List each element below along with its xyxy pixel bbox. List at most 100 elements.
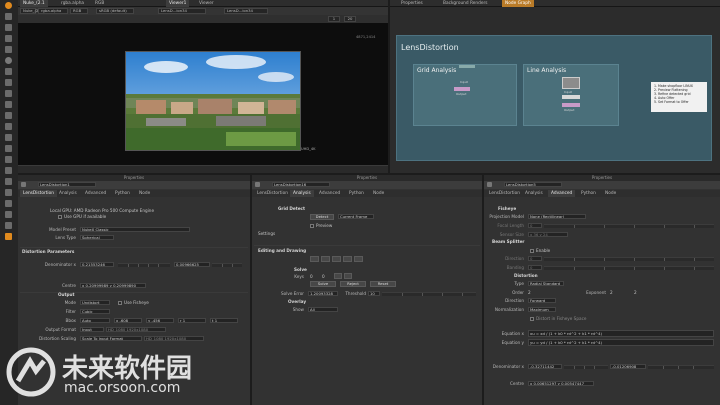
image-icon[interactable] (5, 13, 12, 20)
bbox-t-field[interactable]: t 1 (210, 318, 238, 323)
tab-node-3[interactable]: Node (602, 190, 619, 197)
projection-dropdown[interactable]: None (Rectilinear) (528, 214, 586, 219)
grid-node-pink[interactable] (454, 87, 470, 91)
focal-slider[interactable] (544, 224, 714, 228)
3d-icon[interactable] (5, 112, 12, 119)
node-graph[interactable]: LensDistortion Grid Analysis Input Outpu… (390, 7, 720, 173)
denominator-y-field-1[interactable]: 0.00966625 (174, 262, 210, 267)
bbox-dropdown[interactable]: Auto (80, 318, 110, 323)
centre-field-3[interactable]: x 0.00651297 y 0.00547447 (528, 381, 594, 386)
line-thumb-node[interactable] (562, 77, 580, 89)
banding-field[interactable]: 0 (528, 265, 542, 270)
node-name-field-3[interactable]: LensDistortion5 (504, 182, 562, 187)
denominator-slider-1a[interactable] (118, 263, 170, 267)
tool-btn-5[interactable] (354, 256, 363, 262)
line-node-pink[interactable] (562, 103, 580, 107)
centre-field-1[interactable]: x 0.20999989 y 0.20999890 (80, 283, 146, 288)
denominator-slider-3b[interactable] (648, 365, 714, 369)
denominator-y-field-3[interactable]: -0.01206908 (610, 364, 646, 369)
enable-checkbox[interactable] (530, 249, 534, 253)
tab-node-1[interactable]: Node (136, 190, 153, 197)
viewer-timeline[interactable] (18, 165, 388, 173)
model-preset-dropdown[interactable]: NukeX Classic (80, 227, 190, 232)
frame-field[interactable]: 1 (328, 16, 340, 22)
alpha-dropdown[interactable]: rgba.alpha (38, 8, 68, 14)
color-icon[interactable] (5, 57, 12, 64)
key-nav-next[interactable] (344, 273, 352, 279)
channel-dropdown[interactable]: Nuke_(2.1 (20, 8, 42, 14)
preview-checkbox[interactable] (310, 224, 314, 228)
tab-analysis-1[interactable]: Analysis (56, 190, 80, 197)
lens-type-dropdown[interactable]: Spherical (80, 235, 114, 240)
tab-lensdistortion-2[interactable]: LensDistortion (254, 190, 291, 197)
current-frame-dropdown[interactable]: Current Frame (338, 214, 374, 219)
tool-btn-4[interactable] (343, 256, 352, 262)
exponent-value-2[interactable]: 2 (634, 290, 637, 295)
detect-button[interactable]: Detect (310, 214, 334, 220)
node-graph-backdrop[interactable]: LensDistortion Grid Analysis Input Outpu… (396, 35, 712, 161)
key-nav-prev[interactable] (334, 273, 342, 279)
other-icon[interactable] (5, 156, 12, 163)
tab-python-1[interactable]: Python (112, 190, 133, 197)
tab-viewer-rgb[interactable]: RGB (92, 0, 107, 7)
tab-properties[interactable]: Properties (398, 0, 426, 7)
bbox-r-field[interactable]: r 1 (178, 318, 206, 323)
equation-x-field[interactable]: xu = xd / (1 + k0 * rd^2 + k1 * rd^4) (528, 330, 714, 337)
use-gpu-checkbox[interactable] (58, 215, 62, 219)
toolsets-icon[interactable] (5, 145, 12, 152)
bbox-y-field[interactable]: y -456 (146, 318, 174, 323)
ocula-icon[interactable] (5, 211, 12, 218)
tab-advanced-3[interactable]: Advanced (548, 190, 576, 197)
threshold-field[interactable]: 10 (368, 291, 380, 296)
input-a-dropdown[interactable]: LensD...ion34 (158, 8, 206, 14)
rgb-dropdown[interactable]: RGB (70, 8, 88, 14)
tab-lensdistortion-1[interactable]: LensDistortion (20, 190, 57, 197)
node-name-field-1[interactable]: LensDistortion1 (38, 182, 96, 187)
use-fisheye-checkbox[interactable] (118, 301, 122, 305)
tab-background-renders[interactable]: Background Renders (440, 0, 491, 7)
beam-direction-slider[interactable] (544, 257, 714, 261)
denominator-slider-3a[interactable] (564, 365, 608, 369)
output-format-dropdown[interactable]: Input (80, 327, 104, 332)
tab-viewer[interactable]: Viewer (196, 0, 217, 7)
denominator-x-field-3[interactable]: -0.32711442 (528, 364, 562, 369)
transform-icon[interactable] (5, 101, 12, 108)
tool-btn-3[interactable] (332, 256, 341, 262)
show-dropdown[interactable]: All (308, 307, 338, 312)
tab-lensdistortion-3[interactable]: LensDistortion (486, 190, 523, 197)
solve-button[interactable]: Solve (310, 281, 336, 287)
tab-viewer1[interactable]: Viewer1 (166, 0, 190, 7)
grid-input-node[interactable] (459, 65, 475, 68)
keyer-icon[interactable] (5, 79, 12, 86)
tab-analysis-3[interactable]: Analysis (522, 190, 546, 197)
tab-advanced-2[interactable]: Advanced (316, 190, 343, 197)
exponent-value[interactable]: 2 (610, 290, 613, 295)
draw-icon[interactable] (5, 24, 12, 31)
denominator-slider-1b[interactable] (212, 263, 242, 267)
tool-btn-2[interactable] (321, 256, 330, 262)
equation-y-field[interactable]: yu = yd / (1 + k0 * rd^2 + k1 * rd^4) (528, 339, 714, 346)
node-name-field-2[interactable]: LensDistortion16 (272, 182, 330, 187)
views-icon[interactable] (5, 123, 12, 130)
channel-icon[interactable] (5, 46, 12, 53)
settings-expander[interactable]: Settings (258, 231, 275, 236)
tab-viewer-file[interactable]: Nuke_(2.1 (20, 0, 48, 7)
line-analysis-backdrop[interactable]: Line Analysis Input Output (523, 64, 619, 126)
distort-fisheye-checkbox[interactable] (530, 317, 534, 321)
viewer-canvas[interactable]: 4871,2414 UHD_4K (18, 23, 388, 165)
type-dropdown[interactable]: Radial Standard (528, 281, 564, 286)
direction2-dropdown[interactable]: Forward (528, 298, 556, 303)
normalization-dropdown[interactable]: Maximum (528, 307, 556, 312)
furnace-icon[interactable] (5, 167, 12, 174)
threshold-slider[interactable] (382, 292, 476, 296)
order-value[interactable]: 2 (528, 290, 531, 295)
line-node-white[interactable] (562, 95, 580, 99)
grid-analysis-backdrop[interactable]: Grid Analysis Input Output (413, 64, 517, 126)
reset-button[interactable]: Reset (370, 281, 396, 287)
particles-icon[interactable] (5, 189, 12, 196)
zoom-field[interactable]: 20 (344, 16, 356, 22)
tab-viewer-channel[interactable]: rgba.alpha (58, 0, 87, 7)
tab-analysis-2[interactable]: Analysis (290, 190, 314, 197)
filter-icon[interactable] (5, 68, 12, 75)
denominator-x-field-1[interactable]: 0.21553246 (80, 262, 114, 267)
